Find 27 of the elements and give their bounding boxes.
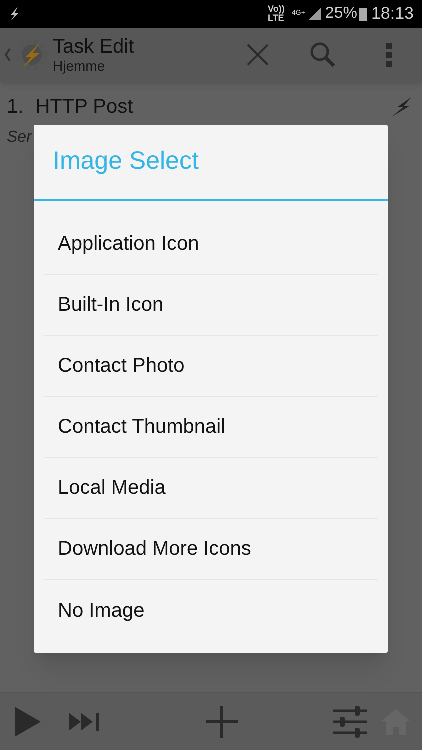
menu-item[interactable]: Download More Icons — [44, 519, 378, 580]
screen-title: Task Edit — [53, 36, 134, 58]
menu-item[interactable]: Built-In Icon — [44, 275, 378, 336]
skip-forward-icon[interactable] — [69, 712, 99, 730]
dialog-title: Image Select — [53, 146, 199, 178]
action-name: HTTP Post — [36, 95, 134, 120]
menu-item[interactable]: Contact Photo — [44, 336, 378, 397]
menu-item[interactable]: No Image — [44, 580, 378, 641]
lightning-icon — [8, 6, 22, 22]
menu-item[interactable]: Application Icon — [44, 214, 378, 275]
network-label: Vo)) LTE — [268, 5, 286, 23]
menu-item[interactable]: Local Media — [44, 458, 378, 519]
back-icon[interactable] — [4, 48, 12, 62]
battery-icon — [359, 7, 368, 21]
sliders-icon[interactable] — [333, 706, 367, 738]
battery-percent: 25% — [325, 4, 358, 24]
add-icon[interactable] — [206, 706, 238, 738]
menu-icon[interactable] — [386, 43, 392, 67]
clock: 18:13 — [371, 3, 414, 26]
menu-item[interactable]: Contact Thumbnail — [44, 397, 378, 458]
play-icon[interactable] — [15, 706, 41, 736]
close-icon[interactable] — [246, 43, 270, 67]
signal-icon — [309, 8, 322, 20]
action-number: 1. — [7, 95, 24, 120]
action-detail: Ser — [7, 128, 32, 148]
screen-subtitle: Hjemme — [53, 58, 106, 74]
search-icon[interactable] — [310, 42, 336, 68]
